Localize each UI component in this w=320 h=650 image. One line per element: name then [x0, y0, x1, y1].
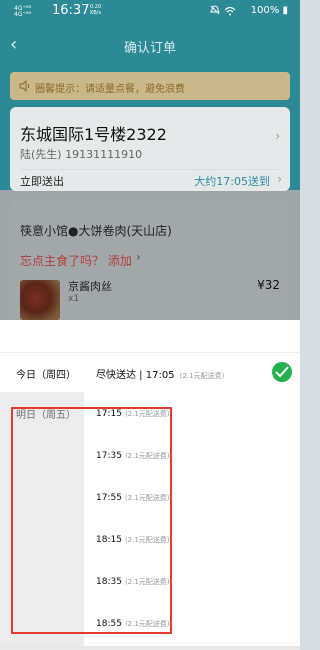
add-staple-link[interactable]: 忘点主食了吗？ 添加 — [20, 252, 132, 269]
eta-text[interactable]: 大约17:05送到 — [194, 173, 270, 189]
today-slot-fee: (2.1元配送费) — [179, 372, 225, 380]
chevron-right-icon: › — [275, 129, 280, 143]
slot-time: 17:15 — [96, 409, 122, 419]
time-slot[interactable]: 17:35 (2.1元配送费) — [96, 451, 170, 461]
today-label[interactable]: 今日（周四） — [16, 366, 76, 381]
slot-time: 17:55 — [96, 493, 122, 503]
sheet-header — [0, 320, 300, 352]
network-speed-unit: KB/s — [90, 10, 102, 16]
slot-time: 18:55 — [96, 619, 122, 629]
slot-fee: (2.1元配送费) — [124, 494, 170, 502]
dish-quantity: x1 — [68, 294, 80, 304]
slot-time: 17:35 — [96, 451, 122, 461]
battery-indicator: 100% ▮ — [251, 5, 288, 16]
tomorrow-label[interactable]: 明日（周五） — [16, 406, 76, 421]
tomorrow-section: 明日（周五） 17:15 (2.1元配送费) 17:35 (2.1元配送费) 17:… — [0, 392, 300, 650]
slot-time: 18:35 — [96, 577, 122, 587]
status-time: 16:37 — [52, 3, 90, 18]
slot-fee: (2.1元配送费) — [124, 536, 170, 544]
time-slot-list: 17:15 (2.1元配送费) 17:35 (2.1元配送费) 17:55 (2.1元… — [84, 392, 300, 650]
delivery-time-sheet: 今日（周四） 尽快送达 | 17:05 (2.1元配送费) 明日（周五） 17:… — [0, 320, 300, 650]
chevron-right-icon: › — [136, 250, 141, 264]
time-slot[interactable]: 17:55 (2.1元配送费) — [96, 493, 170, 503]
slot-time: 18:15 — [96, 535, 122, 545]
slot-fee: (2.1元配送费) — [124, 578, 170, 586]
status-bar: 4G⁺ᴴᴰ 4G⁺ᴴᴰ 16:37 0.20 KB/s 100% ▮ — [0, 0, 300, 22]
dish-name: 京酱肉丝 — [68, 280, 112, 293]
time-slot[interactable]: 18:15 (2.1元配送费) — [96, 535, 170, 545]
time-slot[interactable]: 17:15 (2.1元配送费) — [96, 409, 170, 419]
battery-icon: ▮ — [282, 5, 288, 16]
network-speed: 0.20 KB/s — [90, 4, 101, 16]
shop-card: 筷意小馆●大饼卷肉(天山店) 忘点主食了吗？ 添加 › 京酱肉丝 x1 ¥32 — [10, 200, 290, 330]
address-card[interactable]: 东城国际1号楼2322 陆(先生) 19131111910 › 立即送出 大约1… — [10, 107, 290, 191]
notice-text: 圈馨提示：请适量点餐，避免浪费 — [35, 84, 185, 95]
slot-fee: (2.1元配送费) — [124, 620, 170, 628]
time-slot[interactable]: 18:55 (2.1元配送费) — [96, 619, 170, 629]
bottom-edge — [0, 646, 300, 650]
wifi-icon — [224, 6, 236, 16]
notice-banner: 圈馨提示：请适量点餐，避免浪费 — [10, 72, 290, 100]
nav-bar: ‹ 确认订单 — [0, 28, 300, 62]
shop-name: 筷意小馆●大饼卷肉(天山店) — [20, 224, 172, 238]
today-row[interactable]: 今日（周四） 尽快送达 | 17:05 (2.1元配送费) — [0, 352, 300, 392]
dish-price: ¥32 — [257, 278, 280, 292]
time-slot[interactable]: 18:35 (2.1元配送费) — [96, 577, 170, 587]
today-slot[interactable]: 尽快送达 | 17:05 (2.1元配送费) — [96, 366, 224, 381]
deliver-now-label: 立即送出 — [20, 175, 64, 188]
dish-image — [20, 280, 60, 320]
signal-text-2: 4G⁺ᴴᴰ — [14, 11, 32, 18]
today-slot-text: 尽快送达 | 17:05 — [96, 370, 175, 381]
page-title: 确认订单 — [123, 41, 176, 56]
slot-fee: (2.1元配送费) — [124, 410, 170, 418]
slot-fee: (2.1元配送费) — [124, 452, 170, 460]
divider — [20, 169, 280, 170]
check-icon — [272, 362, 292, 382]
mute-bell-icon — [210, 5, 220, 15]
chevron-right-icon: › — [277, 172, 282, 186]
signal-indicator: 4G⁺ᴴᴰ 4G⁺ᴴᴰ — [14, 6, 31, 18]
contact-info: 陆(先生) 19131111910 — [20, 148, 143, 161]
address-line: 东城国际1号楼2322 — [20, 125, 167, 144]
speaker-icon — [19, 80, 30, 92]
battery-percent: 100% — [250, 5, 280, 16]
day-column: 明日（周五） — [0, 392, 84, 650]
